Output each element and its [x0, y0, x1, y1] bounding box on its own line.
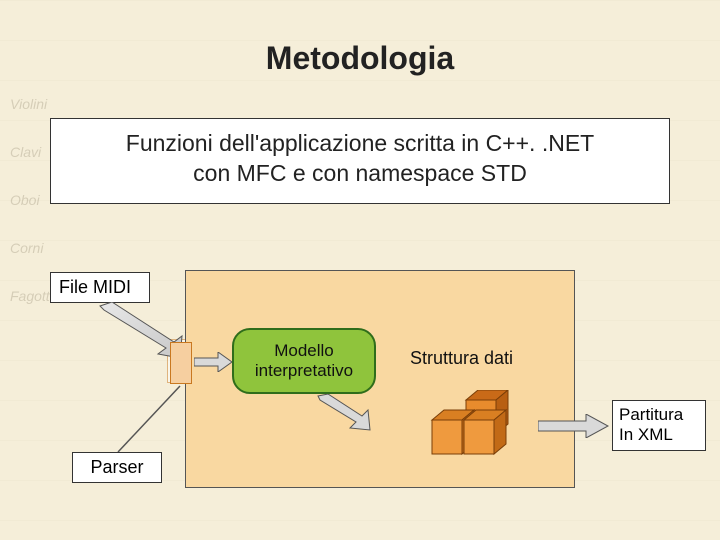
subtitle-box: Funzioni dell'applicazione scritta in C+… — [50, 118, 670, 204]
slide-title: Metodologia — [0, 40, 720, 77]
file-midi-label: File MIDI — [59, 277, 131, 297]
model-line-2: interpretativo — [255, 361, 353, 381]
data-structure-cubes-icon — [420, 390, 530, 468]
output-line-1: Partitura — [619, 405, 699, 425]
arrow-struct-to-output — [538, 414, 610, 438]
parser-box: Parser — [72, 452, 162, 483]
struttura-dati-label: Struttura dati — [410, 348, 513, 369]
arrow-model-to-struct — [316, 394, 376, 434]
output-xml-box: Partitura In XML — [612, 400, 706, 451]
parser-label: Parser — [90, 457, 143, 477]
intermediate-rect-icon — [170, 342, 192, 384]
subtitle-line-1: Funzioni dell'applicazione scritta in C+… — [67, 129, 653, 159]
model-box: Modello interpretativo — [232, 328, 376, 394]
slide: Metodologia Funzioni dell'applicazione s… — [0, 0, 720, 540]
subtitle-line-2: con MFC e con namespace STD — [67, 159, 653, 189]
arrow-rect-to-model — [194, 352, 234, 372]
output-line-2: In XML — [619, 425, 699, 445]
model-line-1: Modello — [255, 341, 353, 361]
connector-rect-to-parser — [114, 384, 184, 456]
file-midi-box: File MIDI — [50, 272, 150, 303]
